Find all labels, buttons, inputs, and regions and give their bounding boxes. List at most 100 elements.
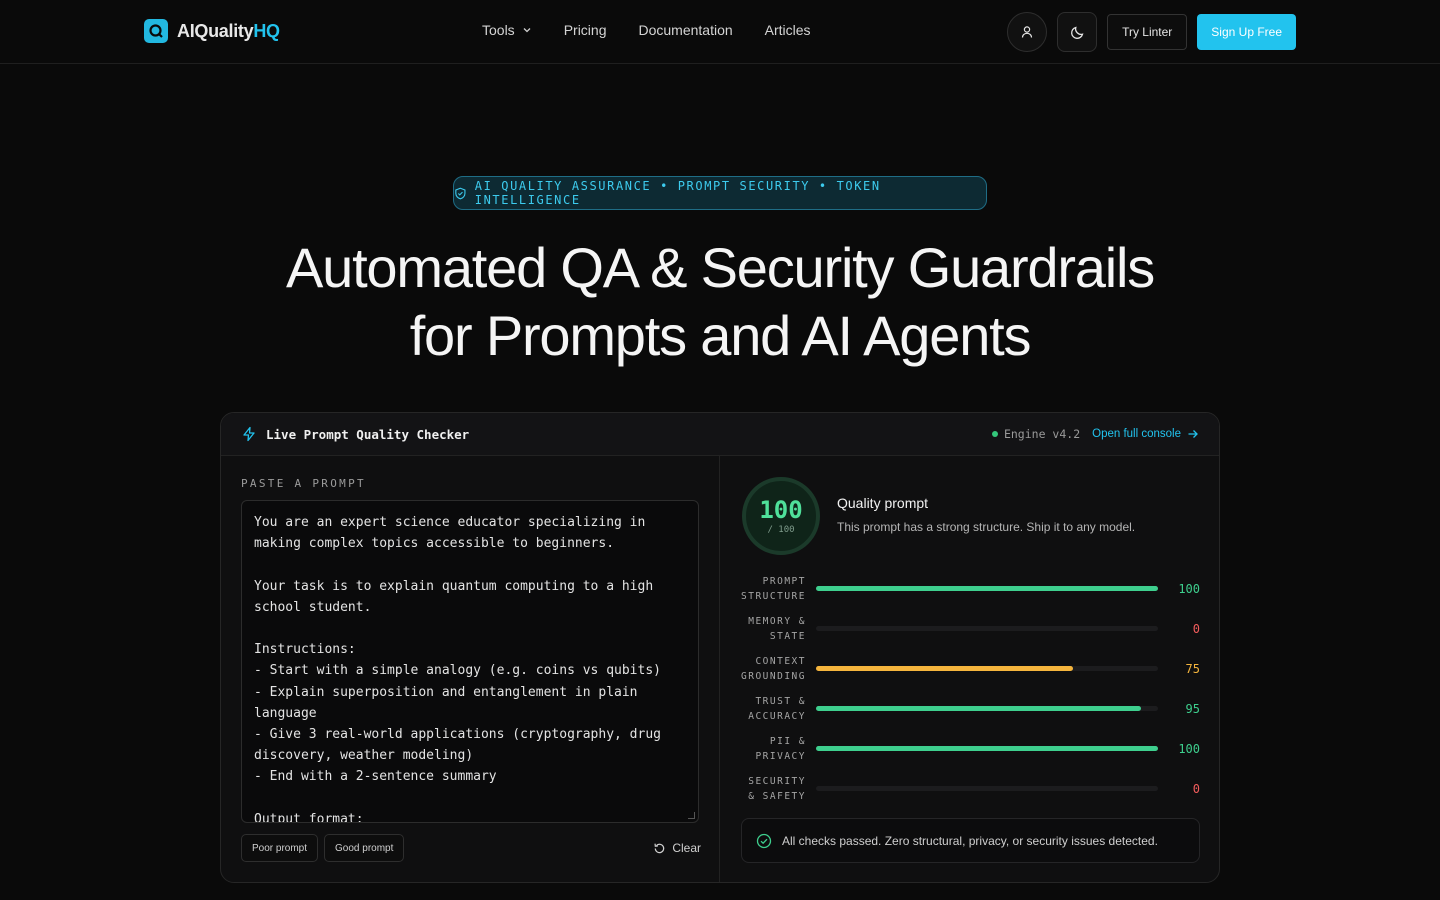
user-icon [1021,26,1033,38]
hero-badge: AI QUALITY ASSURANCE • PROMPT SECURITY •… [453,176,987,210]
account-button[interactable] [1007,12,1048,52]
metric-label-line1: CONTEXT [755,656,806,667]
poor-prompt-button[interactable]: Poor prompt [241,834,319,862]
hero-title-line2: for Prompts and AI Agents [409,304,1032,367]
nav-link-label: Articles [764,22,811,38]
metric-label-line1: SECURITY [748,776,806,787]
metric-label-line1: PROMPT [762,576,806,587]
nav-link-label: Documentation [638,22,733,38]
open-console-label: Open full console [1092,428,1181,440]
metric-label: CONTEXT GROUNDING [741,654,806,684]
logo-main: AIQuality [177,20,254,41]
check-circle-icon [756,833,772,848]
metric-label-line2: PRIVACY [755,751,806,762]
metric-label-line1: TRUST & [755,696,806,707]
resize-handle[interactable] [688,812,695,819]
clear-label: Clear [672,841,701,855]
metric-label-line2: ACCURACY [748,711,806,722]
metric-bar-track [816,586,1158,591]
results-panel: 100 / 100 Quality prompt This prompt has… [721,456,1219,882]
metric-bar-fill [816,706,1141,711]
nav-links: Tools Pricing Documentation Articles [482,22,811,38]
prompt-checker-card: Live Prompt Quality Checker Engine v4.2 … [220,412,1220,883]
metric-label: PII & PRIVACY [741,734,806,764]
nav-link-pricing[interactable]: Pricing [564,22,607,38]
metric-value: 95 [1185,702,1200,716]
verdict-title: Quality prompt [837,495,929,511]
prompt-textarea[interactable]: You are an expert science educator speci… [241,500,699,823]
metric-row: MEMORY & STATE 0 [741,614,1201,646]
metric-value: 100 [1178,742,1200,756]
metric-value: 75 [1185,662,1200,676]
metric-row: CONTEXT GROUNDING 75 [741,654,1201,686]
metric-row: PII & PRIVACY 100 [741,734,1201,766]
try-linter-button[interactable]: Try Linter [1107,14,1188,50]
metric-label: SECURITY & SAFETY [741,774,806,804]
metric-row: TRUST & ACCURACY 95 [741,694,1201,726]
moon-icon [1070,26,1083,39]
pass-message: All checks passed. Zero structural, priv… [782,833,1158,848]
pass-message-box: All checks passed. Zero structural, priv… [741,818,1200,863]
score-denominator: / 100 [767,525,795,535]
metric-row: SECURITY & SAFETY 0 [741,774,1201,806]
logo[interactable]: AIQualityHQ [144,19,280,43]
metric-label-line2: STATE [769,631,806,642]
nav-link-label: Tools [482,22,515,38]
chevron-down-icon [523,28,531,33]
refresh-icon [654,843,665,853]
arrow-right-icon [1188,430,1198,438]
checker-header: Live Prompt Quality Checker Engine v4.2 … [221,413,1219,456]
prompt-text: You are an expert science educator speci… [254,515,661,823]
nav-link-documentation[interactable]: Documentation [638,22,732,38]
verdict-description: This prompt has a strong structure. Ship… [837,520,1136,534]
good-prompt-button[interactable]: Good prompt [324,834,405,862]
metric-label: TRUST & ACCURACY [741,694,806,724]
shield-icon [455,187,466,199]
logo-accent: HQ [253,20,280,41]
metric-bar-fill [816,746,1158,751]
checker-header-right: Engine v4.2 Open full console [991,427,1199,441]
checker-title-text: Live Prompt Quality Checker [266,426,470,442]
top-nav: AIQualityHQ Tools Pricing Documentation … [0,0,1440,64]
sign-up-button[interactable]: Sign Up Free [1197,14,1296,50]
nav-link-label: Pricing [563,22,607,38]
hero-title-line1: Automated QA & Security Guardrails [285,236,1155,299]
metric-bar-track [816,626,1158,631]
metric-label-line2: STRUCTURE [741,591,806,602]
clear-button[interactable]: Clear [653,841,701,855]
metric-bar-track [816,786,1158,791]
score-ring: 100 / 100 [742,477,820,555]
metric-bar-fill [816,586,1158,591]
prompt-input-panel: PASTE A PROMPT You are an expert science… [221,456,720,882]
engine-status: Engine v4.2 [991,427,1081,441]
metric-value: 100 [1178,582,1200,596]
prompt-actions: Poor prompt Good prompt Clear [241,834,701,862]
bolt-icon [243,426,255,442]
nav-link-tools[interactable]: Tools [482,22,532,38]
metric-label: PROMPT STRUCTURE [741,574,806,604]
open-console-link[interactable]: Open full console [1092,428,1199,440]
metric-label: MEMORY & STATE [741,614,806,644]
status-dot-icon [991,431,998,437]
nav-link-articles[interactable]: Articles [765,22,811,38]
metric-bar-fill [816,666,1073,671]
metric-bar-track [816,706,1158,711]
metric-label-line1: MEMORY & [748,616,806,627]
nav-actions: Try Linter Sign Up Free [1007,12,1296,52]
metric-value: 0 [1192,622,1200,636]
metric-bar-track [816,746,1158,751]
theme-toggle-button[interactable] [1057,12,1098,52]
metric-label-line1: PII & [769,736,806,747]
metric-row: PROMPT STRUCTURE 100 [741,574,1201,606]
checker-title: Live Prompt Quality Checker [241,426,469,442]
paste-prompt-label: PASTE A PROMPT [241,477,366,490]
logo-text: AIQualityHQ [177,21,280,42]
engine-version: Engine v4.2 [1003,427,1081,441]
hero-badge-text: AI QUALITY ASSURANCE • PROMPT SECURITY •… [474,179,881,207]
score-value: 100 [759,496,803,524]
metric-value: 0 [1192,782,1200,796]
metric-bar-track [816,666,1158,671]
metric-label-line2: GROUNDING [741,671,806,682]
hero-title: Automated QA & Security Guardrails for P… [0,234,1440,370]
metric-label-line2: & SAFETY [748,791,806,802]
